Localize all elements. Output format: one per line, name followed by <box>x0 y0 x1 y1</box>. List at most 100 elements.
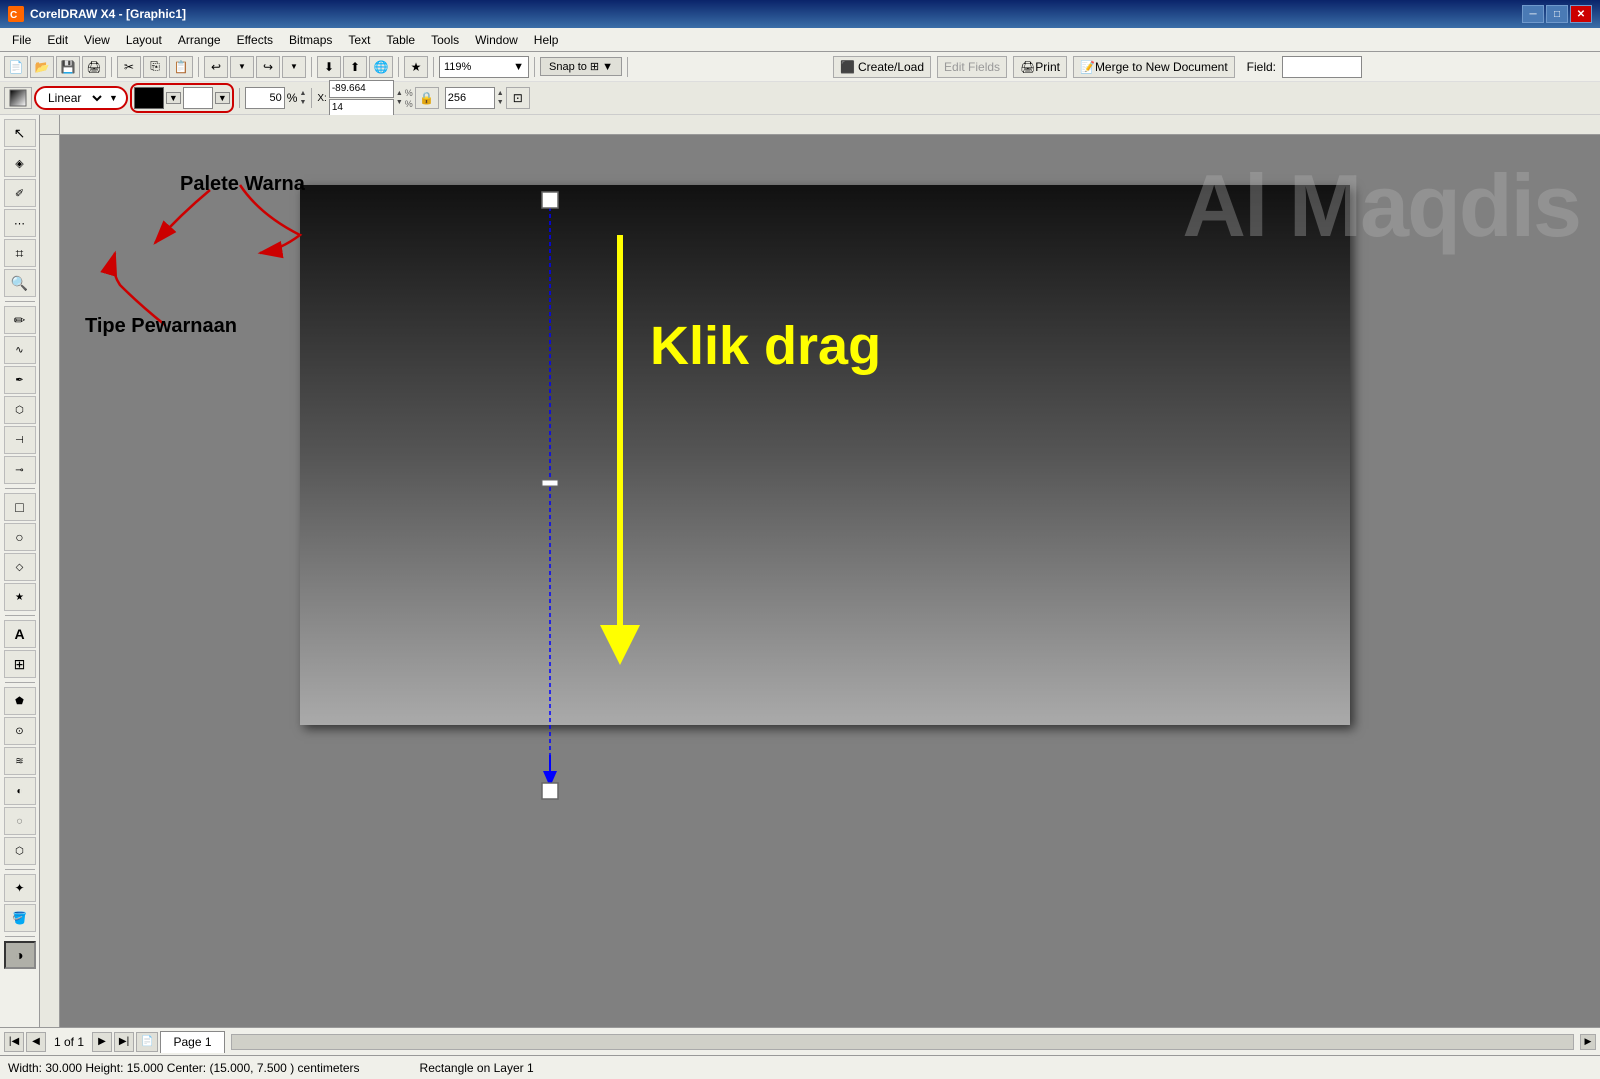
publish-button[interactable]: 🌐 <box>369 56 393 78</box>
undo-dropdown[interactable]: ▼ <box>230 56 254 78</box>
percent-units: %% <box>405 88 413 109</box>
paintbucket-tool-btn[interactable]: 🪣 <box>4 904 36 932</box>
redo-dropdown[interactable]: ▼ <box>282 56 306 78</box>
fill-type-icon[interactable] <box>4 87 32 109</box>
menu-arrange[interactable]: Arrange <box>170 31 229 49</box>
open-button[interactable]: 📂 <box>30 56 54 78</box>
tool-sep2 <box>5 488 35 489</box>
pen-tool-btn[interactable]: ✒ <box>4 366 36 394</box>
envelope-tool-btn[interactable]: ◌ <box>4 807 36 835</box>
add-page-btn[interactable]: 📄 <box>136 1032 158 1052</box>
page1-tab[interactable]: Page 1 <box>160 1031 224 1053</box>
basic-shapes-btn[interactable]: ★ <box>4 583 36 611</box>
last-page-btn[interactable]: ▶| <box>114 1032 134 1052</box>
select-tool-btn[interactable]: ↖ <box>4 119 36 147</box>
sep1 <box>111 57 112 77</box>
page1-tab-label: Page 1 <box>173 1035 211 1049</box>
paste-button[interactable]: 📋 <box>169 56 193 78</box>
contour-tool-btn[interactable]: ⊙ <box>4 717 36 745</box>
copy-properties[interactable]: ⊡ <box>506 87 530 109</box>
edit-fields-button[interactable]: Edit Fields <box>937 56 1007 78</box>
roughen-tool-btn[interactable]: ⋯ <box>4 209 36 237</box>
shape-tool-btn[interactable]: ◈ <box>4 149 36 177</box>
undo-button[interactable]: ↩ <box>204 56 228 78</box>
x-input[interactable] <box>329 80 394 98</box>
menu-effects[interactable]: Effects <box>229 31 281 49</box>
shadow-tool-btn[interactable]: ◐ <box>4 777 36 805</box>
gradient-type-selector[interactable]: Linear Radial Conical Square ▼ <box>34 86 128 110</box>
extrude-tool-btn[interactable]: ⬡ <box>4 837 36 865</box>
horizontal-scrollbar[interactable] <box>231 1034 1574 1050</box>
import-button[interactable]: ⬇ <box>317 56 341 78</box>
start-color-swatch[interactable] <box>134 87 164 109</box>
scroll-right-btn[interactable]: ▶ <box>1580 1034 1596 1050</box>
coord-spinner[interactable]: ▲▼ <box>396 89 403 107</box>
interactive-fill-tool-btn[interactable]: ◑ <box>4 941 36 969</box>
menu-bitmaps[interactable]: Bitmaps <box>281 31 340 49</box>
export-button[interactable]: ⬆ <box>343 56 367 78</box>
y-input[interactable] <box>329 99 394 117</box>
new-button[interactable]: 📄 <box>4 56 28 78</box>
canvas-area[interactable]: Al Maqdis <box>60 135 1600 1027</box>
blend-tool-btn[interactable]: ⬟ <box>4 687 36 715</box>
close-button[interactable]: ✕ <box>1570 5 1592 23</box>
midpoint-spinner[interactable]: ▲▼ <box>299 89 306 107</box>
cut-button[interactable]: ✂ <box>117 56 141 78</box>
crop-tool-btn[interactable]: ⌗ <box>4 239 36 267</box>
end-swatch-dropdown[interactable]: ▼ <box>215 92 230 104</box>
table-tool-btn[interactable]: ⊞ <box>4 650 36 678</box>
end-color-swatch[interactable] <box>183 87 213 109</box>
ruler-h-svg: // This will be generated by JS below <box>60 115 1600 135</box>
menu-view[interactable]: View <box>76 31 118 49</box>
snap-label: Snap to <box>549 61 587 73</box>
field-input[interactable] <box>1282 56 1362 78</box>
redo-button[interactable]: ↪ <box>256 56 280 78</box>
next-page-btn[interactable]: ▶ <box>92 1032 112 1052</box>
page-nav-area: |◀ ◀ 1 of 1 ▶ ▶| 📄 Page 1 ▶ <box>0 1027 1600 1055</box>
ellipse-tool-btn[interactable]: ○ <box>4 523 36 551</box>
midpoint-input[interactable] <box>245 87 285 109</box>
menu-help[interactable]: Help <box>526 31 567 49</box>
edit-fields-label: Edit Fields <box>944 60 1000 74</box>
rectangle-tool-btn[interactable]: □ <box>4 493 36 521</box>
eyedropper-tool-btn[interactable]: ✦ <box>4 874 36 902</box>
polyline-tool-btn[interactable]: ⬡ <box>4 396 36 424</box>
first-page-btn[interactable]: |◀ <box>4 1032 24 1052</box>
menu-table[interactable]: Table <box>378 31 423 49</box>
lock-proportions[interactable]: 🔒 <box>415 87 439 109</box>
prev-page-btn[interactable]: ◀ <box>26 1032 46 1052</box>
tool-sep4 <box>5 682 35 683</box>
maximize-button[interactable]: □ <box>1546 5 1568 23</box>
gradient-type-dropdown[interactable]: Linear Radial Conical Square <box>44 90 105 106</box>
snap-button[interactable]: Snap to ⊞ ▼ <box>540 57 622 76</box>
menu-file[interactable]: File <box>4 31 39 49</box>
menu-layout[interactable]: Layout <box>118 31 170 49</box>
size-spinner[interactable]: ▲▼ <box>497 89 504 107</box>
polygon-tool-btn[interactable]: ◇ <box>4 553 36 581</box>
swatch-dropdown[interactable]: ▼ <box>166 92 181 104</box>
zoom-tool-btn[interactable]: 🔍 <box>4 269 36 297</box>
merge-button[interactable]: 📝 Merge to New Document <box>1073 56 1235 78</box>
distort-tool-btn[interactable]: ≋ <box>4 747 36 775</box>
width-value[interactable] <box>445 87 495 109</box>
menu-text[interactable]: Text <box>340 31 378 49</box>
menu-tools[interactable]: Tools <box>423 31 467 49</box>
minimize-button[interactable]: ─ <box>1522 5 1544 23</box>
dimension-tool-btn[interactable]: ⊣ <box>4 426 36 454</box>
text-tool-btn[interactable]: A <box>4 620 36 648</box>
freehand-tool-btn[interactable]: ✏ <box>4 306 36 334</box>
smartdraw-tool-btn[interactable]: ∿ <box>4 336 36 364</box>
save-button[interactable]: 💾 <box>56 56 80 78</box>
menu-edit[interactable]: Edit <box>39 31 76 49</box>
copy-button[interactable]: ⎘ <box>143 56 167 78</box>
create-load-button[interactable]: ⬛ Create/Load <box>833 56 931 78</box>
menu-window[interactable]: Window <box>467 31 526 49</box>
smudge-tool-btn[interactable]: ✐ <box>4 179 36 207</box>
zoom-control[interactable]: 119% ▼ <box>439 56 529 78</box>
toolbox: ↖ ◈ ✐ ⋯ ⌗ 🔍 ✏ ∿ ✒ ⬡ ⊣ ⊸ □ ○ ◇ ★ A ⊞ ⬟ ⊙ … <box>0 115 40 1027</box>
print-btn[interactable]: 🖨 <box>82 56 106 78</box>
palete-warna-label: Palete Warna <box>180 173 305 196</box>
print-toolbar-button[interactable]: 🖨 Print <box>1013 56 1067 78</box>
welcome-button[interactable]: ★ <box>404 56 428 78</box>
connector-tool-btn[interactable]: ⊸ <box>4 456 36 484</box>
